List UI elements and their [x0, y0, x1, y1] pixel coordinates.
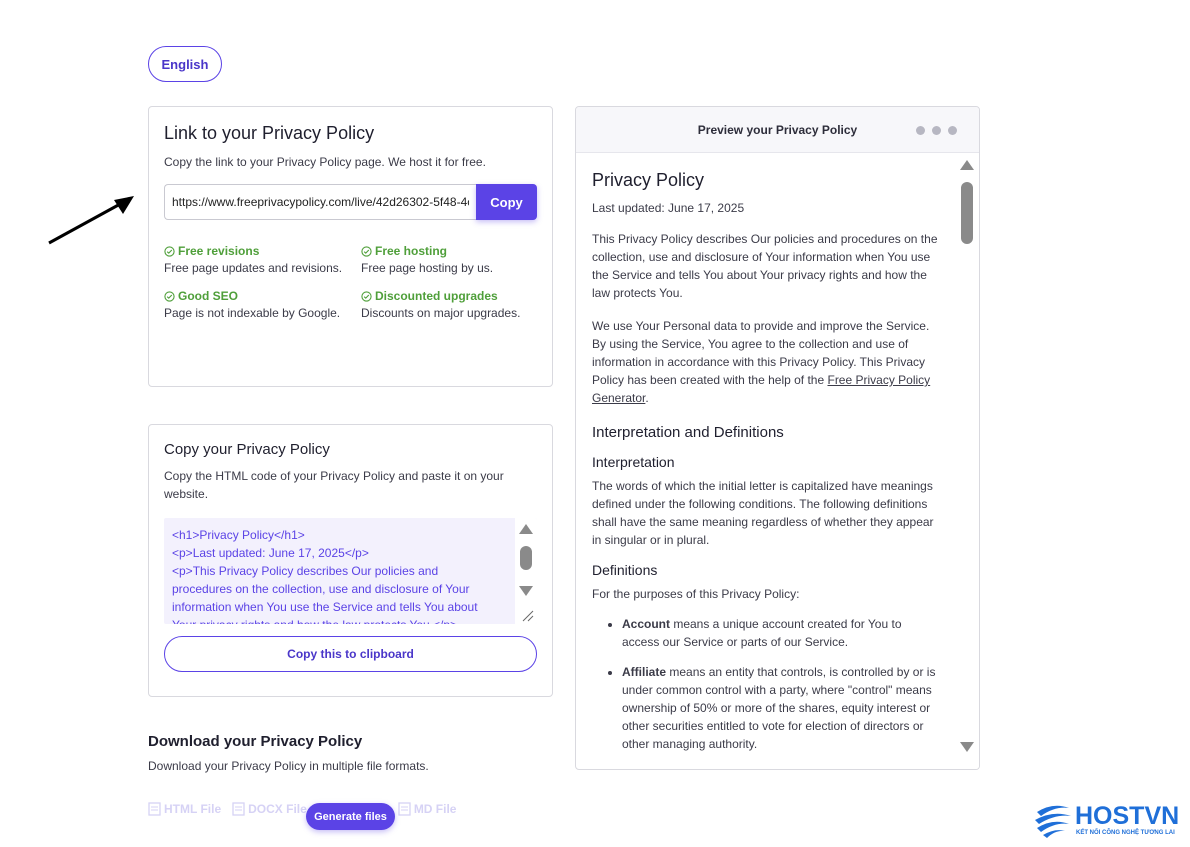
url-row: Copy	[164, 184, 537, 220]
preview-content: Privacy Policy Last updated: June 17, 20…	[576, 154, 956, 769]
feature-good-seo: Good SEO Page is not indexable by Google…	[164, 289, 361, 322]
code-scrollbar[interactable]	[515, 518, 537, 624]
copy-card: Copy your Privacy Policy Copy the HTML c…	[148, 424, 553, 697]
generate-files-button[interactable]: Generate files	[306, 803, 395, 830]
preview-card: Preview your Privacy Policy Privacy Poli…	[575, 106, 980, 770]
feature-desc: Discounts on major upgrades.	[361, 306, 521, 320]
check-circle-icon	[361, 290, 372, 302]
feature-desc: Page is not indexable by Google.	[164, 306, 341, 320]
scroll-thumb[interactable]	[520, 546, 532, 570]
code-line: <p>Last updated: June 17, 2025</p>	[172, 546, 369, 560]
scroll-up-icon[interactable]	[960, 160, 974, 170]
features-grid: Free revisions Free page updates and rev…	[164, 244, 537, 322]
hostvn-logo: HOSTVN KẾT NỐI CÔNG NGHỆ TƯƠNG LAI	[1033, 800, 1188, 840]
check-circle-icon	[164, 245, 175, 257]
download-subtitle: Download your Privacy Policy in multiple…	[148, 759, 429, 773]
html-code-content: <h1>Privacy Policy</h1> <p>Last updated:…	[164, 518, 512, 624]
brand-name: HOSTVN	[1075, 802, 1180, 830]
preview-header-title: Preview your Privacy Policy	[697, 122, 858, 137]
scroll-up-icon[interactable]	[519, 524, 533, 534]
scroll-down-icon[interactable]	[519, 586, 533, 596]
preview-h3-interpretation: Interpretation	[592, 454, 675, 470]
definitions-list: Account means a unique account created f…	[592, 615, 940, 753]
file-icon	[148, 802, 161, 816]
preview-scrollbar[interactable]	[955, 154, 979, 769]
preview-paragraph: This Privacy Policy describes Our polici…	[592, 232, 938, 300]
html-code-textarea[interactable]: <h1>Privacy Policy</h1> <p>Last updated:…	[164, 518, 537, 624]
policy-url-input[interactable]	[164, 184, 476, 220]
preview-paragraph: We use Your Personal data to provide and…	[592, 319, 931, 405]
code-line: <p>This Privacy Policy describes Our pol…	[172, 564, 478, 624]
docx-file-option[interactable]: DOCX File	[232, 802, 307, 816]
feature-free-hosting: Free hosting Free page hosting by us.	[361, 244, 541, 277]
feature-title: Good SEO	[178, 289, 238, 303]
download-files-row: HTML File DOCX File MD File	[148, 802, 456, 816]
copy-link-button[interactable]: Copy	[476, 184, 537, 220]
list-item: Account means a unique account created f…	[622, 615, 940, 651]
list-item: Affiliate means an entity that controls,…	[622, 663, 940, 753]
resize-handle-icon[interactable]	[520, 608, 534, 622]
file-icon	[398, 802, 411, 816]
feature-title: Discounted upgrades	[375, 289, 498, 303]
preview-h3-definitions: Definitions	[592, 562, 658, 578]
copy-to-clipboard-button[interactable]: Copy this to clipboard	[164, 636, 537, 672]
annotation-arrow-icon	[48, 196, 134, 245]
feature-free-revisions: Free revisions Free page updates and rev…	[164, 244, 361, 277]
check-circle-icon	[164, 290, 175, 302]
preview-date: Last updated: June 17, 2025	[592, 201, 745, 215]
html-file-option[interactable]: HTML File	[148, 802, 221, 816]
preview-header: Preview your Privacy Policy	[576, 107, 979, 153]
feature-desc: Free page hosting by us.	[361, 261, 494, 275]
feature-title: Free revisions	[178, 244, 260, 258]
brand-tagline: KẾT NỐI CÔNG NGHỆ TƯƠNG LAI	[1076, 830, 1175, 836]
scroll-down-icon[interactable]	[960, 742, 974, 752]
preview-paragraph: For the purposes of this Privacy Policy:	[592, 587, 800, 601]
copy-card-subtitle: Copy the HTML code of your Privacy Polic…	[164, 469, 504, 501]
feature-desc: Free page updates and revisions.	[164, 261, 343, 275]
feature-title: Free hosting	[375, 244, 448, 258]
preview-h1: Privacy Policy	[592, 170, 705, 190]
window-dots-icon	[916, 126, 957, 135]
md-file-option[interactable]: MD File	[398, 802, 456, 816]
preview-h2: Interpretation and Definitions	[592, 424, 784, 441]
download-title: Download your Privacy Policy	[148, 733, 363, 750]
code-line: <h1>Privacy Policy</h1>	[172, 528, 305, 542]
preview-paragraph: The words of which the initial letter is…	[592, 479, 934, 547]
check-circle-icon	[361, 245, 372, 257]
link-card-subtitle: Copy the link to your Privacy Policy pag…	[164, 155, 486, 169]
feature-discounted-upgrades: Discounted upgrades Discounts on major u…	[361, 289, 541, 322]
link-card: Link to your Privacy Policy Copy the lin…	[148, 106, 553, 387]
copy-card-title: Copy your Privacy Policy	[164, 441, 330, 458]
file-icon	[232, 802, 245, 816]
language-button[interactable]: English	[148, 46, 222, 82]
scroll-thumb[interactable]	[961, 182, 973, 244]
link-card-title: Link to your Privacy Policy	[164, 123, 375, 143]
hostvn-logo-icon	[1035, 805, 1071, 838]
